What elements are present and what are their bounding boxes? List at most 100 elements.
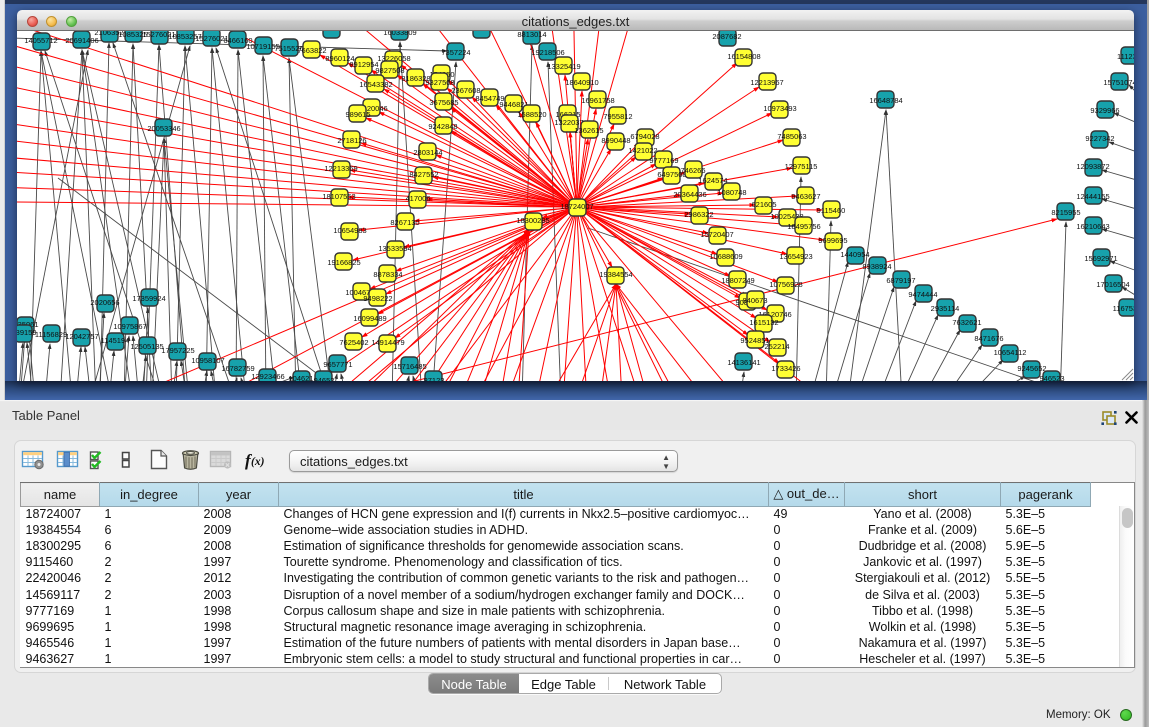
svg-text:1615132: 1615132 xyxy=(749,318,778,327)
svg-text:1362615: 1362615 xyxy=(574,126,603,135)
svg-text:1167534: 1167534 xyxy=(1113,304,1134,313)
svg-text:8267130: 8267130 xyxy=(390,218,419,227)
svg-text:13654923: 13654923 xyxy=(779,252,812,261)
svg-text:946523: 946523 xyxy=(1039,374,1064,381)
svg-text:9227342: 9227342 xyxy=(1085,134,1114,143)
svg-text:8878334: 8878334 xyxy=(373,270,402,279)
svg-text:989615: 989615 xyxy=(345,110,370,119)
svg-text:16154808: 16154808 xyxy=(727,52,760,61)
svg-text:20364436: 20364436 xyxy=(673,190,706,199)
svg-text:9498222: 9498222 xyxy=(363,294,392,303)
svg-text:12975115: 12975115 xyxy=(785,162,818,171)
svg-text:13325419: 13325419 xyxy=(547,62,580,71)
svg-text:19384554: 19384554 xyxy=(599,270,632,279)
svg-text:10654112: 10654112 xyxy=(994,348,1027,357)
svg-text:111239: 111239 xyxy=(1117,52,1134,61)
svg-text:9777169: 9777169 xyxy=(649,156,678,165)
svg-text:16782759: 16782759 xyxy=(221,364,254,373)
svg-text:20053346: 20053346 xyxy=(147,124,180,133)
svg-text:1145194: 1145194 xyxy=(101,336,130,345)
svg-text:7357224: 7357224 xyxy=(441,48,470,57)
svg-text:2718126: 2718126 xyxy=(337,136,366,145)
svg-text:1080748: 1080748 xyxy=(717,188,746,197)
svg-text:10688609: 10688609 xyxy=(709,252,742,261)
svg-text:12213967: 12213967 xyxy=(750,78,783,87)
svg-text:746266: 746266 xyxy=(680,166,705,175)
svg-text:15716485: 15716485 xyxy=(393,362,426,371)
svg-text:18107553: 18107553 xyxy=(322,192,355,201)
svg-text:417006: 417006 xyxy=(405,194,430,203)
svg-text:12093872: 12093872 xyxy=(1076,162,1109,171)
svg-text:19166825: 19166825 xyxy=(327,258,360,267)
svg-text:160338: 160338 xyxy=(319,31,344,33)
svg-text:20691406: 20691406 xyxy=(65,36,98,45)
svg-text:17016504: 17016504 xyxy=(1096,280,1129,289)
svg-text:7625402: 7625402 xyxy=(339,338,368,347)
svg-text:14914479: 14914479 xyxy=(371,338,404,347)
svg-text:7663822: 7663822 xyxy=(297,46,326,55)
svg-text:15692971: 15692971 xyxy=(1084,254,1117,263)
svg-text:621605: 621605 xyxy=(751,200,776,209)
svg-text:1588520: 1588520 xyxy=(517,110,546,119)
svg-text:94652: 94652 xyxy=(314,376,335,381)
svg-text:7485063: 7485063 xyxy=(777,132,806,141)
svg-text:8990448: 8990448 xyxy=(601,136,630,145)
svg-text:9699695: 9699695 xyxy=(818,236,847,245)
svg-text:7632621: 7632621 xyxy=(952,318,981,327)
svg-text:104621: 104621 xyxy=(288,374,313,381)
svg-text:15720407: 15720407 xyxy=(700,230,733,239)
svg-text:2020656: 2020656 xyxy=(90,298,119,307)
svg-text:16543382: 16543382 xyxy=(359,80,392,89)
svg-text:2935114: 2935114 xyxy=(931,304,960,313)
svg-text:10756928: 10756928 xyxy=(769,280,802,289)
svg-text:12213369: 12213369 xyxy=(324,164,357,173)
svg-text:16961758: 16961758 xyxy=(581,96,614,105)
svg-text:939159: 939159 xyxy=(17,328,37,337)
svg-text:9474444: 9474444 xyxy=(908,290,937,299)
svg-text:6794028: 6794028 xyxy=(630,132,659,141)
svg-text:16648784: 16648784 xyxy=(869,96,902,105)
svg-text:18807249: 18807249 xyxy=(721,276,754,285)
svg-text:6879197: 6879197 xyxy=(886,276,915,285)
svg-text:2803144: 2803144 xyxy=(413,148,442,157)
svg-text:17359924: 17359924 xyxy=(132,294,165,303)
svg-text:1421022: 1421022 xyxy=(628,146,657,155)
svg-text:1440954: 1440954 xyxy=(840,250,869,259)
svg-text:8427552: 8427552 xyxy=(409,170,438,179)
svg-text:10975867: 10975867 xyxy=(113,322,146,331)
svg-text:16210643: 16210643 xyxy=(1076,222,1109,231)
svg-text:9245652: 9245652 xyxy=(1017,364,1046,373)
svg-text:10654983: 10654983 xyxy=(333,226,366,235)
svg-text:9657771: 9657771 xyxy=(323,360,352,369)
svg-text:7955812: 7955812 xyxy=(603,112,632,121)
svg-text:10958107: 10958107 xyxy=(191,356,224,365)
svg-text:18495756: 18495756 xyxy=(787,222,820,231)
svg-text:9242848: 9242848 xyxy=(428,122,457,131)
svg-text:10973493: 10973493 xyxy=(763,104,796,113)
svg-text:9327508: 9327508 xyxy=(425,78,454,87)
svg-text:9329966: 9329966 xyxy=(1090,106,1119,115)
svg-text:15751074: 15751074 xyxy=(1103,78,1134,87)
svg-text:3675685: 3675685 xyxy=(429,98,458,107)
svg-text:8938924: 8938924 xyxy=(862,262,891,271)
svg-text:12505135: 12505135 xyxy=(130,342,163,351)
svg-text:(x): (x) xyxy=(251,456,265,468)
svg-text:9827508: 9827508 xyxy=(375,66,404,75)
svg-text:11156829: 11156829 xyxy=(35,330,67,339)
svg-text:191850: 191850 xyxy=(469,31,494,33)
svg-text:18724007: 18724007 xyxy=(560,202,593,211)
svg-text:1733426: 1733426 xyxy=(771,364,800,373)
svg-text:17957225: 17957225 xyxy=(161,346,194,355)
svg-text:12042757: 12042757 xyxy=(65,332,98,341)
svg-text:16099489: 16099489 xyxy=(353,314,386,323)
svg-text:18300295: 18300295 xyxy=(516,216,549,225)
svg-text:1624574: 1624574 xyxy=(698,176,727,185)
svg-text:840673: 840673 xyxy=(742,296,767,305)
svg-text:9463627: 9463627 xyxy=(791,192,820,201)
svg-text:9115460: 9115460 xyxy=(817,206,846,215)
svg-text:12923466: 12923466 xyxy=(251,372,284,381)
svg-text:14136141: 14136141 xyxy=(727,358,760,367)
svg-text:16033809: 16033809 xyxy=(383,31,416,37)
svg-text:8813014: 8813014 xyxy=(517,31,546,39)
svg-text:14055712: 14055712 xyxy=(24,36,57,45)
